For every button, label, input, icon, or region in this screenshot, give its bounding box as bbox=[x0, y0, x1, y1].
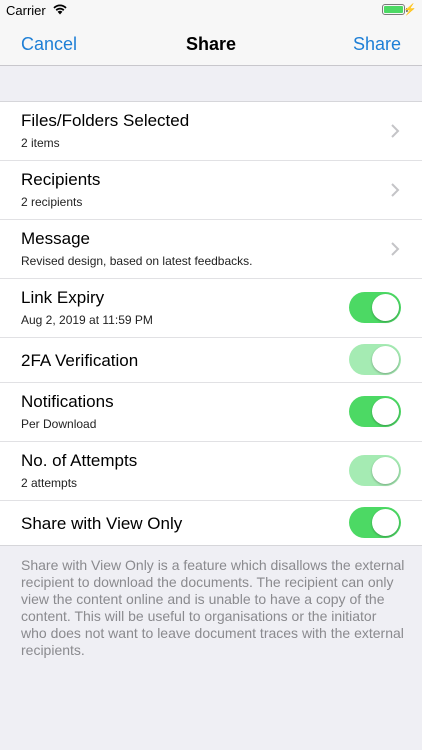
notifications-toggle[interactable] bbox=[349, 396, 401, 427]
row-files-folders[interactable]: Files/Folders Selected 2 items bbox=[0, 102, 422, 161]
row-message[interactable]: Message Revised design, based on latest … bbox=[0, 220, 422, 279]
settings-list: Files/Folders Selected 2 items Recipient… bbox=[0, 101, 422, 546]
row-title: Files/Folders Selected bbox=[21, 111, 190, 130]
bolt-icon: ⚡ bbox=[403, 4, 417, 16]
row-subtitle: 2 recipients bbox=[21, 195, 83, 209]
row-title: Message bbox=[21, 229, 90, 248]
row-title: Link Expiry bbox=[21, 288, 105, 307]
carrier-label: Carrier bbox=[6, 3, 46, 18]
row-title: 2FA Verification bbox=[21, 351, 139, 370]
row-link-expiry: Link Expiry Aug 2, 2019 at 11:59 PM bbox=[0, 279, 422, 338]
chevron-right-icon bbox=[391, 124, 400, 138]
footer-description: Share with View Only is a feature which … bbox=[21, 557, 405, 658]
row-title: Share with View Only bbox=[21, 514, 183, 533]
chevron-right-icon bbox=[391, 183, 400, 197]
link-expiry-toggle[interactable] bbox=[349, 292, 401, 323]
row-2fa-verification: 2FA Verification bbox=[0, 338, 422, 383]
chevron-right-icon bbox=[391, 242, 400, 256]
battery-icon bbox=[382, 4, 405, 15]
row-subtitle: 2 items bbox=[21, 136, 60, 150]
share-view-only-toggle[interactable] bbox=[349, 507, 401, 538]
row-title: No. of Attempts bbox=[21, 451, 138, 470]
2fa-verification-toggle[interactable] bbox=[349, 344, 401, 375]
row-title: Recipients bbox=[21, 170, 101, 189]
status-bar: Carrier ⚡ bbox=[0, 0, 422, 22]
navigation-bar: Cancel Share Share bbox=[0, 22, 422, 66]
wifi-icon bbox=[52, 3, 68, 18]
row-title: Notifications bbox=[21, 392, 114, 411]
row-subtitle: Aug 2, 2019 at 11:59 PM bbox=[21, 313, 153, 327]
row-no-of-attempts: No. of Attempts 2 attempts bbox=[0, 442, 422, 501]
attempts-toggle[interactable] bbox=[349, 455, 401, 486]
row-notifications: Notifications Per Download bbox=[0, 383, 422, 442]
row-subtitle: Per Download bbox=[21, 417, 97, 431]
share-button[interactable]: Share bbox=[353, 34, 401, 55]
row-share-view-only: Share with View Only bbox=[0, 501, 422, 545]
row-subtitle: Revised design, based on latest feedback… bbox=[21, 254, 253, 268]
row-subtitle: 2 attempts bbox=[21, 476, 78, 490]
row-recipients[interactable]: Recipients 2 recipients bbox=[0, 161, 422, 220]
